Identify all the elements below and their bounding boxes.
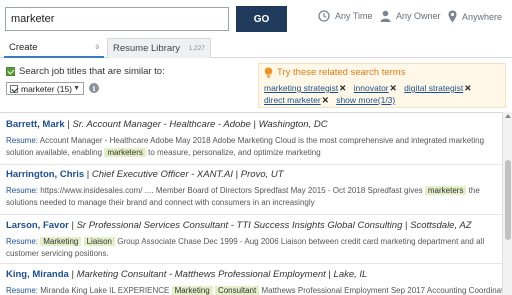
related-terms-heading: Try these related search terms — [264, 67, 500, 78]
related-term: digital strategist✕ — [404, 83, 471, 93]
owner-filter-label: Any Owner — [396, 11, 441, 21]
related-term-link[interactable]: innovator — [354, 83, 389, 93]
search-input[interactable] — [5, 7, 229, 31]
result-item[interactable]: Barrett, Mark | Sr. Account Manager - He… — [0, 119, 502, 159]
select-value: marketer (15) — [21, 83, 73, 94]
result-location: Lake, IL — [333, 269, 368, 280]
result-name[interactable]: Larson, Favor — [6, 220, 69, 231]
result-item[interactable]: Larson, Favor | Sr Professional Services… — [0, 220, 502, 260]
lightbulb-icon — [264, 67, 273, 78]
tab-resume-library[interactable]: Resume Library 1,227 — [107, 38, 211, 58]
similar-titles-checkbox[interactable] — [6, 67, 15, 76]
go-button[interactable]: GO — [236, 6, 287, 32]
related-term-link[interactable]: marketing strategist — [264, 83, 338, 93]
snippet-label: Resume: — [6, 136, 39, 145]
time-filter[interactable]: Any Time — [318, 10, 373, 22]
related-terms-list: marketing strategist✕ innovator✕ digital… — [264, 82, 500, 106]
related-term: direct marketer✕ — [264, 95, 329, 105]
snippet-text: https://www.insidesales.com/ .... Member… — [40, 186, 423, 195]
tab-bar: Create 9 Resume Library 1,227 — [0, 38, 512, 58]
result-snippet: Resume: Account Manager - Healthcare Ado… — [6, 135, 496, 159]
remove-term-icon[interactable]: ✕ — [339, 83, 346, 93]
similar-titles-option: Search job titles that are similar to: — [6, 66, 165, 77]
snippet-text: Miranda King Lake IL EXPERIENCE — [40, 286, 170, 295]
location-filter[interactable]: Anywhere — [448, 10, 502, 23]
snippet-text: to measure, personalize, and optimize ma… — [148, 148, 321, 157]
result-snippet: Resume: Miranda King Lake IL EXPERIENCE … — [6, 285, 502, 295]
owner-filter[interactable]: Any Owner — [380, 10, 441, 22]
related-terms-panel: Try these related search terms marketing… — [258, 63, 506, 108]
result-header: Harrington, Chris | Chief Executive Offi… — [6, 169, 496, 180]
result-title: Sr. Account Manager - Healthcare - Adobe — [72, 119, 251, 130]
tab-resume-library-label: Resume Library — [113, 43, 181, 54]
result-title: Marketing Consultant - Matthews Professi… — [76, 269, 326, 280]
result-location: Scottsdale, AZ — [410, 220, 472, 231]
result-header: Larson, Favor | Sr Professional Services… — [6, 220, 496, 231]
divider — [0, 164, 502, 165]
select-checkbox[interactable] — [10, 84, 18, 93]
tab-create-label: Create — [9, 41, 38, 53]
person-icon — [380, 10, 391, 22]
location-filter-label: Anywhere — [462, 11, 503, 22]
similar-title-select[interactable]: marketer (15) ▼ — [6, 82, 84, 95]
highlight-term: marketers — [424, 186, 467, 195]
divider — [0, 263, 502, 264]
location-pin-icon — [448, 10, 457, 23]
search-bar: GO Any Time Any Owner Anywhere — [0, 0, 512, 38]
tab-create[interactable]: Create 9 — [4, 38, 104, 58]
result-location: Provo, UT — [240, 169, 284, 180]
related-term-link[interactable]: digital strategist — [404, 83, 463, 93]
remove-term-icon[interactable]: ✕ — [464, 83, 471, 93]
results-list: Barrett, Mark | Sr. Account Manager - He… — [0, 112, 502, 295]
similar-titles-label: Search job titles that are similar to: — [19, 66, 165, 77]
snippet-label: Resume: — [6, 237, 39, 246]
scroll-up-arrow-icon[interactable] — [505, 114, 511, 118]
result-name[interactable]: Harrington, Chris — [6, 169, 84, 180]
snippet-text: Matthews Professional Employment Sep 201… — [261, 286, 502, 295]
result-header: King, Miranda | Marketing Consultant - M… — [6, 269, 496, 280]
related-terms-title: Try these related search terms — [277, 67, 406, 78]
result-name[interactable]: Barrett, Mark — [6, 119, 65, 130]
tab-create-count: 9 — [95, 43, 99, 51]
result-header: Barrett, Mark | Sr. Account Manager - He… — [6, 119, 496, 130]
result-title: Chief Executive Officer - XANT.AI — [91, 169, 234, 180]
scrollbar-thumb[interactable] — [505, 160, 511, 240]
snippet-label: Resume: — [6, 286, 39, 295]
snippet-label: Resume: — [6, 186, 39, 195]
show-more-link[interactable]: show more(1/3) — [336, 95, 395, 105]
related-term: marketing strategist✕ — [264, 83, 346, 93]
remove-term-icon[interactable]: ✕ — [322, 95, 329, 105]
related-term-link[interactable]: direct marketer — [264, 95, 321, 105]
remove-term-icon[interactable]: ✕ — [390, 83, 397, 93]
related-term: innovator✕ — [354, 83, 397, 93]
result-snippet: Resume: Marketing Liaison Group Associat… — [6, 236, 496, 260]
chevron-down-icon: ▼ — [73, 85, 80, 92]
highlight-term: Marketing — [171, 286, 213, 295]
result-title: Sr Professional Services Consultant - TT… — [76, 220, 403, 231]
highlight-term: marketers — [104, 148, 146, 157]
highlight-term: Consultant — [214, 286, 260, 295]
result-name[interactable]: King, Miranda — [6, 269, 69, 280]
clock-icon — [318, 10, 330, 22]
highlight-term: Marketing — [40, 237, 82, 246]
tab-resume-library-count: 1,227 — [188, 45, 205, 52]
highlight-term: Liaison — [83, 237, 115, 246]
results-scrollbar[interactable] — [502, 112, 512, 295]
result-snippet: Resume: https://www.insidesales.com/ ...… — [6, 185, 496, 209]
result-item[interactable]: Harrington, Chris | Chief Executive Offi… — [0, 169, 502, 209]
info-icon[interactable]: i — [89, 83, 99, 93]
time-filter-label: Any Time — [335, 11, 373, 21]
result-location: Washington, DC — [258, 119, 328, 130]
result-item[interactable]: King, Miranda | Marketing Consultant - M… — [0, 269, 502, 295]
divider — [0, 214, 502, 215]
